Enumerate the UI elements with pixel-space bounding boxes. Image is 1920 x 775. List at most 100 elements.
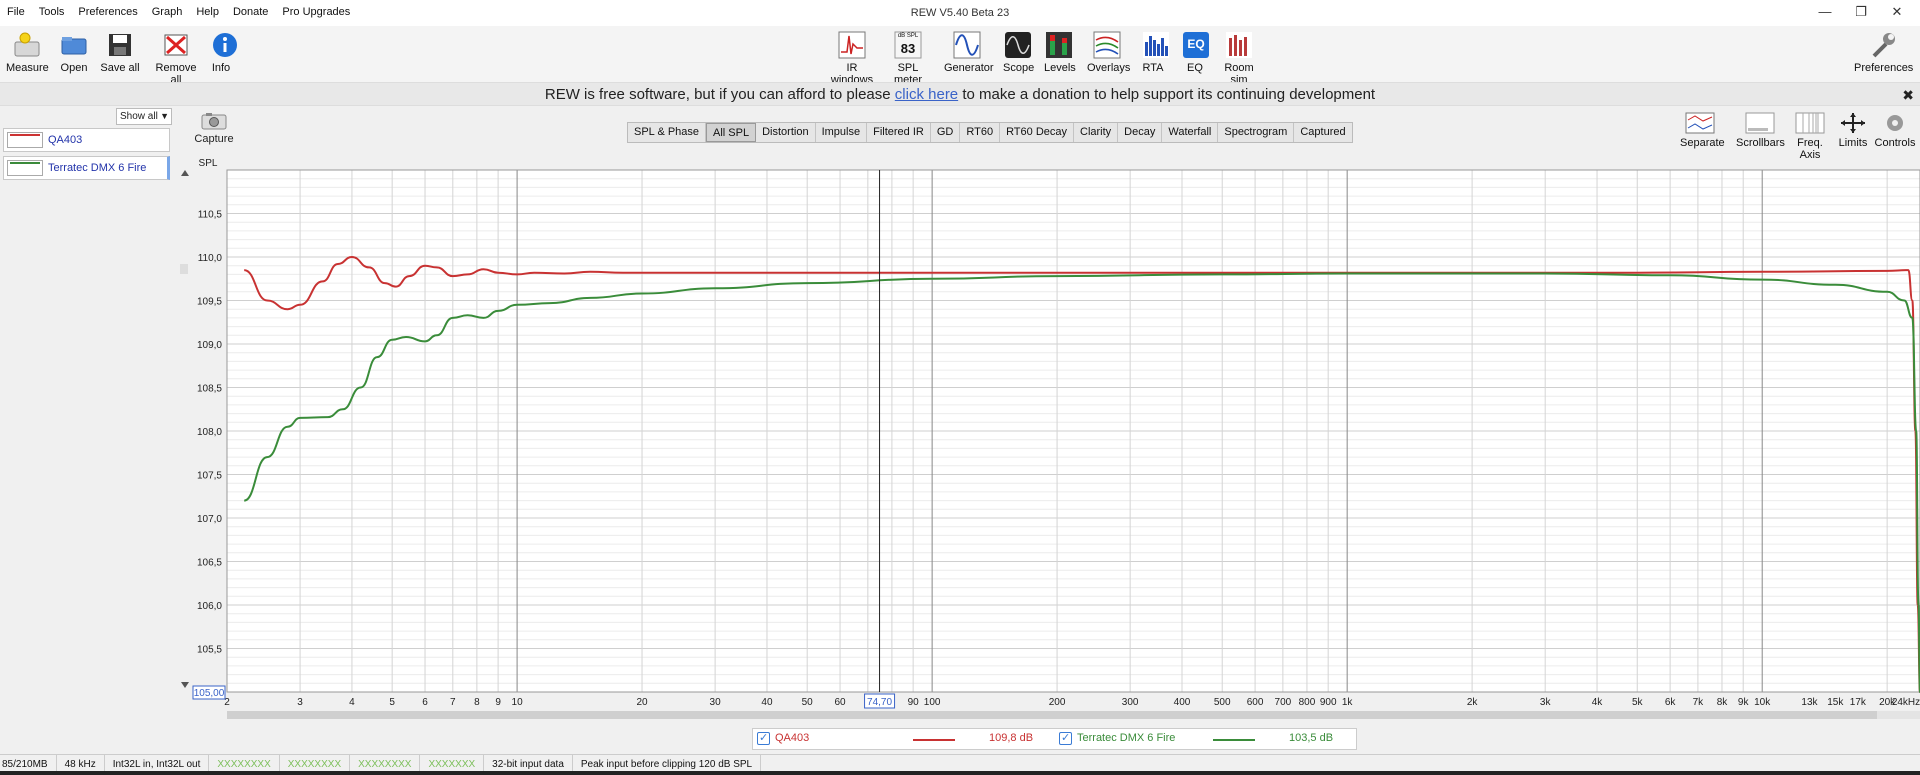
x-tick-label: 9k (1738, 697, 1750, 708)
x-tick-label: 4k (1592, 697, 1604, 708)
dropdown-arrow-icon: ▼ (160, 111, 169, 121)
limits-button[interactable]: Limits (1836, 112, 1870, 149)
x-tick-label: 90 (908, 697, 920, 708)
donate-link[interactable]: click here (895, 86, 958, 103)
controls-button[interactable]: Controls (1874, 112, 1916, 149)
ir-windows-button[interactable]: IR windows (826, 30, 878, 86)
tab-waterfall[interactable]: Waterfall (1162, 123, 1219, 142)
scope-button[interactable]: Scope (1003, 30, 1034, 74)
minimize-button[interactable]: — (1810, 4, 1840, 22)
measure-button[interactable]: Measure (6, 30, 49, 74)
tab-gd[interactable]: GD (931, 123, 961, 142)
tab-spectrogram[interactable]: Spectrogram (1218, 123, 1295, 142)
tab-rt60[interactable]: RT60 (960, 123, 1001, 142)
x-tick-label: 6 (422, 697, 428, 708)
y-axis-ticks: 110,5 110,0 109,5 109,0 108,5 108,0 107,5 107,0… (197, 210, 222, 656)
main-toolbar: Measure Open Save all Remove all Info IR… (0, 26, 1920, 86)
scrollbars-button[interactable]: Scrollbars (1736, 112, 1785, 149)
tab-all-spl[interactable]: All SPL (706, 123, 757, 142)
x-tick-label: 200 (1049, 697, 1066, 708)
x-tick-label: 3k (1540, 697, 1552, 708)
spl-meter-button[interactable]: dB SPL 83 SPL meter (884, 30, 932, 86)
y-tick-label: 109,0 (197, 340, 222, 351)
donate-banner: REW is free software, but if you can aff… (0, 82, 1920, 106)
x-tick-label: 400 (1174, 697, 1191, 708)
room-sim-button[interactable]: Room sim (1215, 30, 1263, 86)
x-tick-label: 100 (924, 697, 941, 708)
overlays-button[interactable]: Overlays (1087, 30, 1130, 74)
x-tick-label: 60 (834, 697, 846, 708)
cursor-readout: 74,70 (867, 697, 892, 708)
rta-button[interactable]: RTA (1141, 30, 1169, 74)
x-tick-label: 7k (1693, 697, 1705, 708)
eq-button[interactable]: EQ EQ (1181, 30, 1209, 74)
x-tick-label: 4 (349, 697, 355, 708)
capture-button[interactable]: Capture (194, 112, 234, 145)
levels-button[interactable]: Levels (1044, 30, 1076, 74)
x-tick-label: 7 (450, 697, 456, 708)
scrollbars-icon (1745, 112, 1775, 134)
x-axis-ticks: 2 3 4 5 6 7 8 9 10 20 30 40 50 60 90 100 200 300 400 500 600… (224, 697, 1920, 708)
separate-button[interactable]: Separate (1680, 112, 1725, 149)
rta-icon (1141, 30, 1171, 60)
tab-captured[interactable]: Captured (1294, 123, 1351, 142)
spl-graph[interactable]: SPL 110,5110,0109,5109,0108,5108,0107,51… (150, 152, 1920, 722)
restore-button[interactable]: ❐ (1846, 4, 1876, 22)
preferences-button[interactable]: Preferences (1854, 30, 1913, 74)
legend-value-qa403: 109,8 dB (989, 732, 1034, 744)
x-tick-label: 50 (802, 697, 814, 708)
scroll-down-arrow-icon[interactable] (181, 682, 189, 688)
y-min-value: 105,00 (194, 688, 225, 699)
freq-axis-icon (1795, 112, 1825, 134)
close-window-button[interactable]: ✕ (1882, 4, 1912, 22)
vertical-scroll-thumb[interactable] (180, 264, 188, 274)
open-button[interactable]: Open (58, 30, 90, 74)
x-tick-label: 300 (1122, 697, 1139, 708)
y-axis-label: SPL (199, 158, 218, 169)
scope-icon (1003, 30, 1033, 60)
camera-icon (201, 112, 227, 130)
y-tick-label: 107,5 (197, 471, 222, 482)
info-button[interactable]: Info (210, 30, 237, 74)
x-tick-label: 1k (1342, 697, 1354, 708)
wrench-icon (1868, 30, 1898, 60)
grid (226, 169, 1920, 693)
horizontal-scroll-thumb[interactable] (227, 711, 1877, 719)
levels-icon (1044, 30, 1074, 60)
y-tick-label: 110,5 (198, 210, 223, 221)
save-all-button[interactable]: Save all (100, 30, 140, 74)
checkbox-qa403[interactable] (757, 731, 770, 745)
tab-filtered-ir[interactable]: Filtered IR (867, 123, 931, 142)
tab-spl-phase[interactable]: SPL & Phase (628, 123, 707, 142)
measurement-item-qa403[interactable]: QA403 (3, 128, 170, 152)
measurement-swatch[interactable] (7, 160, 43, 176)
y-tick-label: 110,0 (198, 253, 223, 264)
x-tick-label: 6k (1665, 697, 1677, 708)
checkbox-terratec[interactable] (1059, 731, 1072, 745)
close-banner-icon[interactable]: ✖ (1902, 83, 1914, 107)
tab-decay[interactable]: Decay (1118, 123, 1163, 142)
y-tick-label: 106,0 (197, 601, 222, 612)
generator-button[interactable]: Generator (944, 30, 994, 74)
legend-name-qa403: QA403 (775, 732, 810, 744)
tab-clarity[interactable]: Clarity (1074, 123, 1119, 142)
bottom-edge (0, 771, 1920, 775)
tab-rt60-decay[interactable]: RT60 Decay (1000, 123, 1074, 142)
x-tick-label: 8k (1717, 697, 1729, 708)
remove-all-icon (161, 30, 191, 60)
remove-all-button[interactable]: Remove all (150, 30, 202, 86)
x-tick-label: 3 (297, 697, 303, 708)
x-tick-label: 30 (710, 697, 722, 708)
tab-impulse[interactable]: Impulse (816, 123, 868, 142)
info-icon (210, 30, 240, 60)
y-tick-label: 107,0 (197, 514, 222, 525)
measurement-item-terratec[interactable]: Terratec DMX 6 Fire (3, 156, 170, 180)
graph-legend: QA403 109,8 dB Terratec DMX 6 Fire 103,5… (752, 728, 1357, 750)
show-filter-dropdown[interactable]: Show all ▼ (116, 108, 172, 125)
window-title: REW V5.40 Beta 23 (910, 7, 1010, 19)
scroll-up-arrow-icon[interactable] (181, 170, 189, 176)
y-tick-label: 108,5 (197, 384, 222, 395)
tab-distortion[interactable]: Distortion (756, 123, 816, 142)
measurement-swatch[interactable] (7, 132, 43, 148)
y-tick-label: 106,5 (197, 558, 222, 569)
